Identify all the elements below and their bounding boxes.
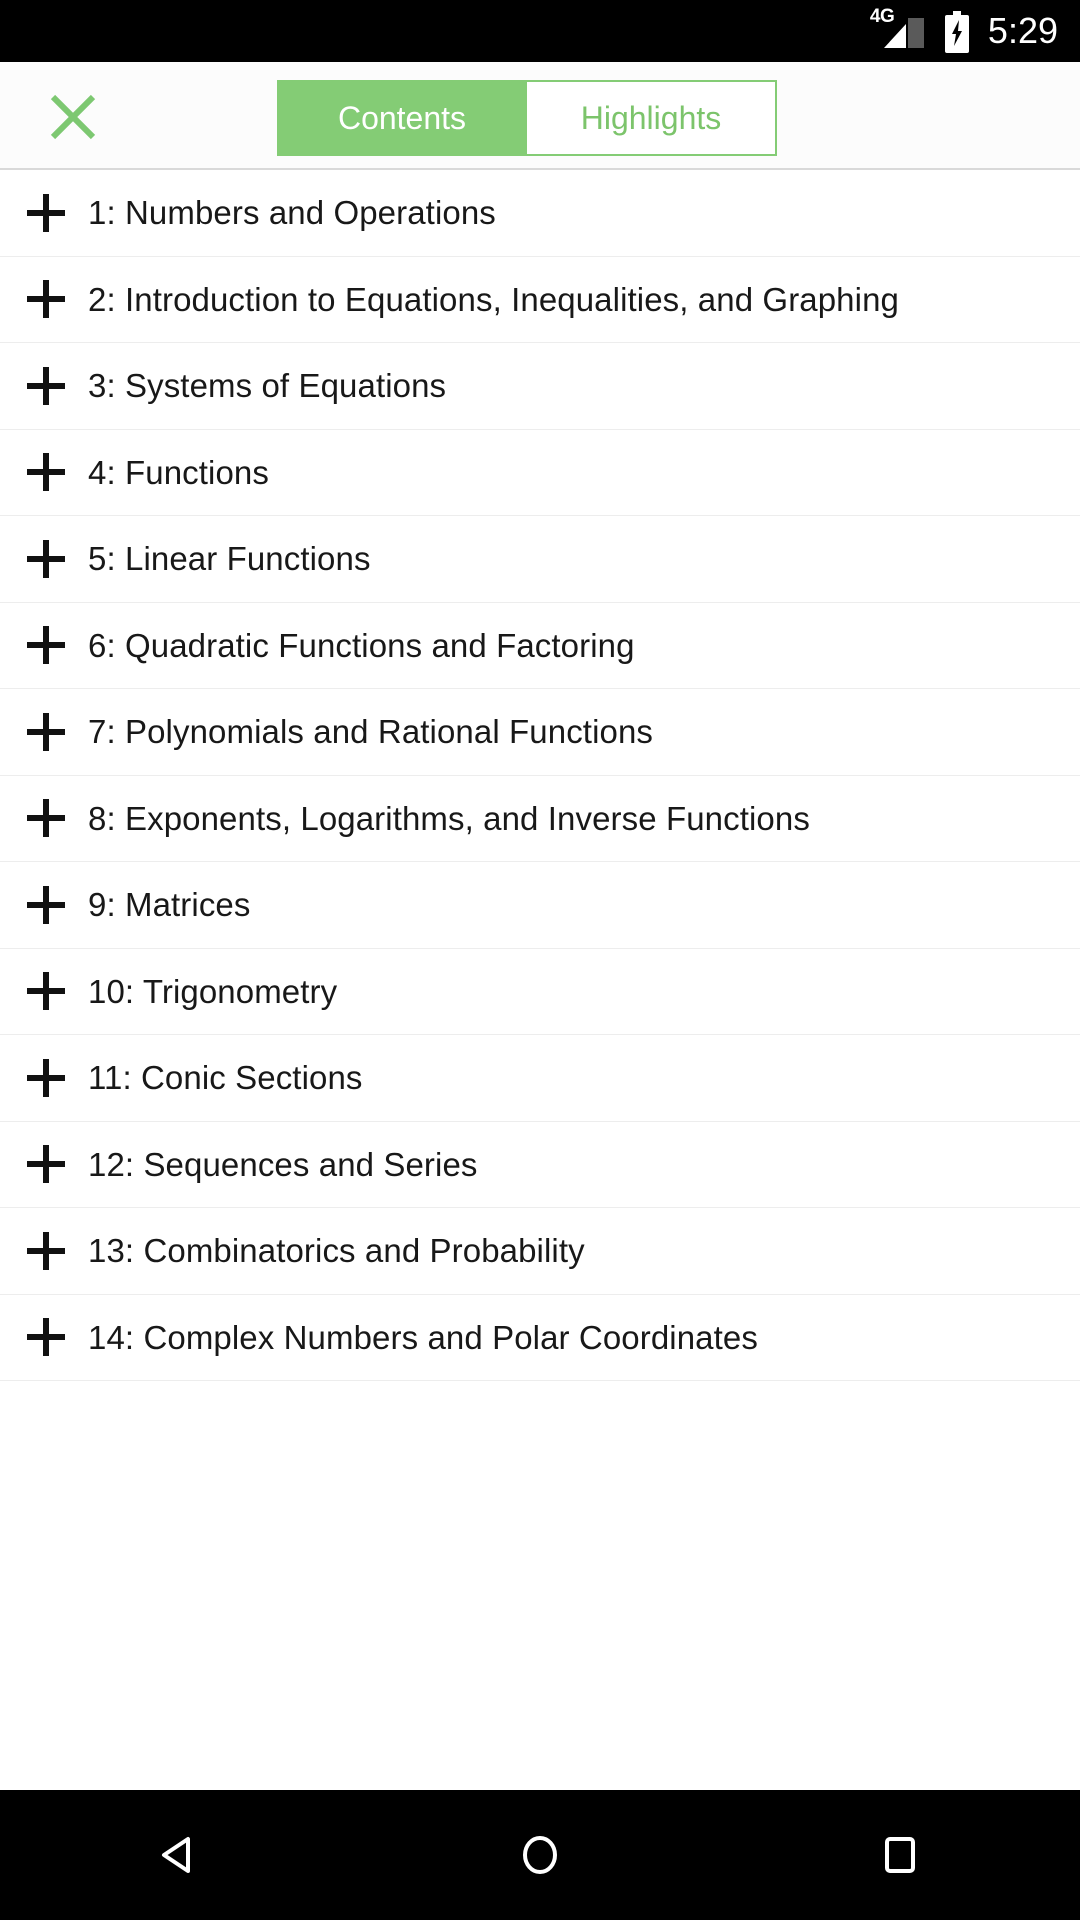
plus-icon[interactable] [4, 623, 88, 667]
close-x-icon [50, 94, 96, 140]
contents-list-item[interactable]: 6: Quadratic Functions and Factoring [0, 602, 1080, 689]
contents-list-item-label: 1: Numbers and Operations [88, 194, 496, 232]
contents-list-item[interactable]: 11: Conic Sections [0, 1035, 1080, 1122]
contents-list-item-label: 3: Systems of Equations [88, 367, 447, 405]
plus-icon[interactable] [4, 883, 88, 927]
contents-list-item[interactable]: 7: Polynomials and Rational Functions [0, 689, 1080, 776]
contents-list-item[interactable]: 8: Exponents, Logarithms, and Inverse Fu… [0, 775, 1080, 862]
contents-list-item-label: 12: Sequences and Series [88, 1145, 478, 1183]
back-triangle-icon [162, 1837, 190, 1873]
tab-switcher: Contents Highlights [277, 80, 777, 156]
plus-icon[interactable] [4, 1142, 88, 1186]
contents-list[interactable]: 1: Numbers and Operations 2: Introduction… [0, 170, 1080, 1790]
tab-contents[interactable]: Contents [277, 80, 527, 156]
contents-list-item-label: 7: Polynomials and Rational Functions [88, 713, 654, 751]
contents-list-item-label: 10: Trigonometry [88, 972, 338, 1010]
nav-home-button[interactable] [360, 1790, 720, 1920]
plus-icon[interactable] [4, 191, 88, 235]
contents-list-item-label: 5: Linear Functions [88, 540, 371, 578]
tab-highlights-label: Highlights [580, 100, 722, 136]
plus-icon[interactable] [4, 1229, 88, 1273]
contents-list-item[interactable]: 2: Introduction to Equations, Inequaliti… [0, 256, 1080, 343]
status-bar-clock: 5:29 [987, 10, 1058, 51]
contents-list-item-label: 2: Introduction to Equations, Inequaliti… [88, 280, 899, 318]
contents-list-item[interactable]: 10: Trigonometry [0, 948, 1080, 1035]
contents-list-item[interactable]: 1: Numbers and Operations [0, 170, 1080, 257]
status-bar: 4G 5:29 [0, 0, 1080, 62]
contents-list-item[interactable]: 14: Complex Numbers and Polar Coordinate… [0, 1294, 1080, 1381]
recents-square-icon [885, 1837, 915, 1873]
contents-list-item-label: 11: Conic Sections [88, 1059, 363, 1097]
panel-header: Contents Highlights [0, 62, 1080, 170]
nav-recents-button[interactable] [720, 1790, 1080, 1920]
home-circle-icon [523, 1836, 557, 1874]
contents-list-item-label: 14: Complex Numbers and Polar Coordinate… [88, 1318, 758, 1356]
android-navigation-bar [0, 1790, 1080, 1920]
contents-list-item[interactable]: 5: Linear Functions [0, 516, 1080, 603]
battery-charging-icon [944, 11, 970, 53]
contents-list-item-label: 13: Combinatorics and Probability [88, 1232, 585, 1270]
close-button[interactable] [30, 86, 116, 148]
plus-icon[interactable] [4, 364, 88, 408]
contents-list-item[interactable]: 12: Sequences and Series [0, 1121, 1080, 1208]
status-bar-right: 4G 5:29 [870, 7, 1058, 53]
plus-icon[interactable] [4, 796, 88, 840]
signal-bars-glyph [883, 18, 924, 48]
contents-list-item[interactable]: 13: Combinatorics and Probability [0, 1208, 1080, 1295]
plus-icon[interactable] [4, 969, 88, 1013]
contents-list-item[interactable]: 3: Systems of Equations [0, 343, 1080, 430]
contents-list-item-label: 4: Functions [88, 453, 269, 491]
contents-list-item-label: 9: Matrices [88, 886, 251, 924]
plus-icon[interactable] [4, 277, 88, 321]
plus-icon[interactable] [4, 1056, 88, 1100]
plus-icon[interactable] [4, 1315, 88, 1359]
nav-back-button[interactable] [0, 1790, 360, 1920]
tab-highlights[interactable]: Highlights [527, 80, 777, 156]
contents-list-item-label: 8: Exponents, Logarithms, and Inverse Fu… [88, 799, 810, 837]
plus-icon[interactable] [4, 710, 88, 754]
contents-list-item-label: 6: Quadratic Functions and Factoring [88, 626, 635, 664]
contents-list-item[interactable]: 9: Matrices [0, 862, 1080, 949]
plus-icon[interactable] [4, 537, 88, 581]
tab-contents-label: Contents [337, 100, 467, 136]
plus-icon[interactable] [4, 450, 88, 494]
contents-list-item[interactable]: 4: Functions [0, 429, 1080, 516]
signal-strength-icon: 4G [870, 7, 926, 53]
